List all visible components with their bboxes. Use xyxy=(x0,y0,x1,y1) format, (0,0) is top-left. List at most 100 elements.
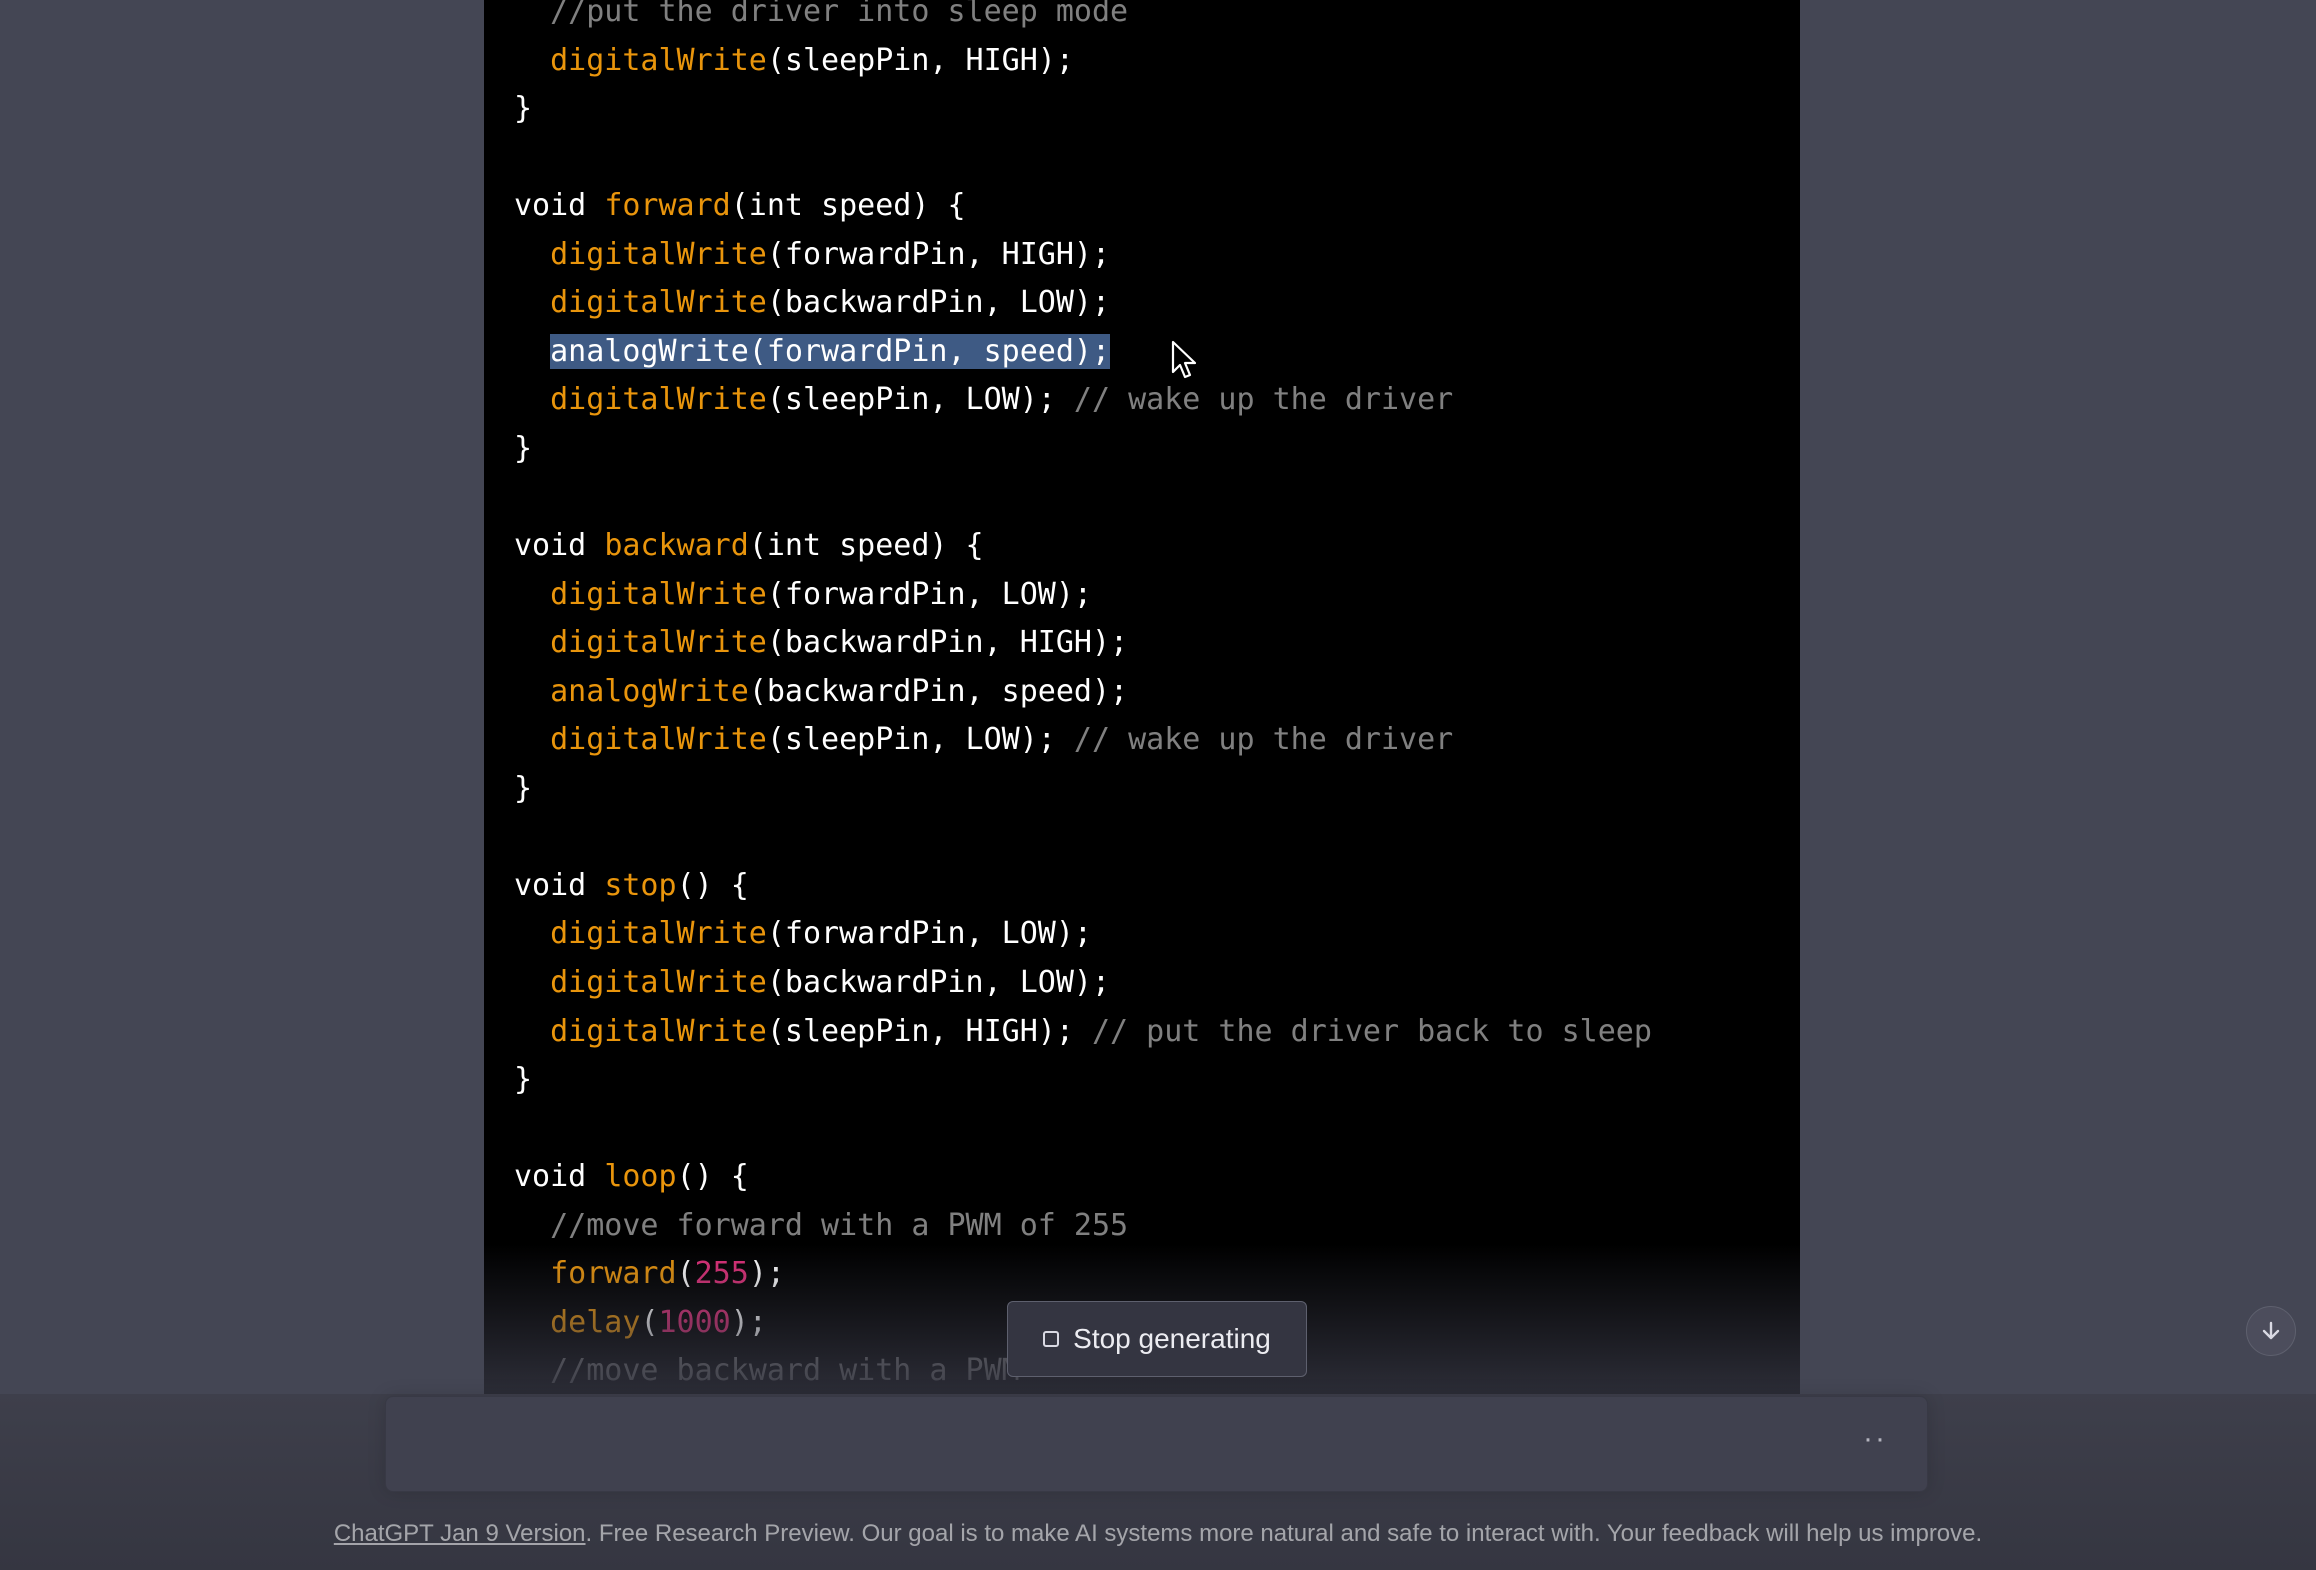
code-token-fn: forward xyxy=(550,1256,677,1292)
code-token-comment: // wake up the driver xyxy=(1073,382,1454,418)
code-token-fn: digitalWrite xyxy=(550,576,767,612)
code-line: digitalWrite(backwardPin, LOW); xyxy=(514,279,1110,327)
code-token-plain: } xyxy=(514,1062,533,1098)
code-token-plain: void xyxy=(514,867,605,903)
code-token-plain: ); xyxy=(730,1304,767,1340)
code-line: } xyxy=(514,1056,532,1104)
code-token-fn: digitalWrite xyxy=(550,382,767,418)
code-token-plain: (forwardPin, LOW); xyxy=(766,916,1092,952)
code-token-num: 255 xyxy=(694,1256,749,1292)
code-token-comment: //move backward with a PWM xyxy=(514,1353,1020,1389)
code-line: } xyxy=(514,425,532,473)
code-token-fn: digitalWrite xyxy=(550,625,767,661)
code-token-plain: (int speed) { xyxy=(748,528,984,564)
code-token-plain: (forwardPin, LOW); xyxy=(766,576,1092,612)
code-token-fn: digitalWrite xyxy=(550,965,767,1000)
code-line: delay(1000); xyxy=(514,1299,767,1347)
code-token-plain: ); xyxy=(748,1256,785,1292)
code-line: digitalWrite(forwardPin, LOW); xyxy=(514,571,1092,619)
code-token-comment: //put the driver into sleep mode xyxy=(514,0,1129,29)
arrow-down-icon xyxy=(2262,1321,2280,1340)
stop-square-icon xyxy=(1043,1331,1060,1347)
code-token-fn: analogWrite xyxy=(550,673,749,709)
scroll-down-button[interactable] xyxy=(2246,1306,2296,1356)
code-token-plain: void xyxy=(514,1159,605,1195)
code-token-fn: loop xyxy=(604,1159,677,1195)
code-line: //move backward with a PWM xyxy=(514,1347,1020,1394)
code-token-comment: // put the driver back to sleep xyxy=(1091,1013,1652,1049)
version-link[interactable]: ChatGPT Jan 9 Version xyxy=(334,1520,586,1547)
code-line: analogWrite(backwardPin, speed); xyxy=(514,668,1128,716)
code-token-plain: void xyxy=(514,528,605,564)
code-token-num: 1000 xyxy=(658,1304,731,1340)
code-line: digitalWrite(sleepPin, HIGH); xyxy=(514,37,1074,85)
code-token-fn: digitalWrite xyxy=(550,236,767,272)
stop-generating-button[interactable]: Stop generating xyxy=(1007,1301,1307,1377)
code-token-plain: (sleepPin, HIGH); xyxy=(766,1013,1092,1049)
code-token-fn: stop xyxy=(604,867,677,903)
code-token-plain: () { xyxy=(676,1159,749,1195)
code-token-plain: (sleepPin, HIGH); xyxy=(766,42,1074,78)
stop-generating-label: Stop generating xyxy=(1073,1323,1271,1354)
code-token-plain: (sleepPin, LOW); xyxy=(766,382,1074,418)
code-token-plain: void xyxy=(514,188,605,224)
typing-indicator: ·· xyxy=(1863,1422,1887,1455)
footer-text: . Free Research Preview. Our goal is to … xyxy=(585,1520,1983,1547)
code-line: } xyxy=(514,85,532,133)
code-token-plain: ( xyxy=(676,1256,695,1292)
code-token-fn: digitalWrite xyxy=(550,42,767,78)
code-line: forward(255); xyxy=(514,1250,785,1298)
code-line: //move forward with a PWM of 255 xyxy=(514,1202,1128,1250)
code-token-plain: () { xyxy=(676,867,749,903)
code-token-comment: //move forward with a PWM of 255 xyxy=(514,1207,1129,1243)
code-line: analogWrite(forwardPin, speed); xyxy=(514,328,1111,376)
code-token-plain: (backwardPin, HIGH); xyxy=(766,625,1129,661)
code-token-plain: } xyxy=(514,430,533,466)
code-token-fn: digitalWrite xyxy=(550,722,767,758)
code-token-plain: (backwardPin, LOW); xyxy=(766,965,1111,1000)
code-token-fn: forward xyxy=(604,188,731,224)
code-line: void stop() { xyxy=(514,862,749,910)
code-token-fn: digitalWrite xyxy=(550,285,767,321)
code-line: digitalWrite(sleepPin, HIGH); // put the… xyxy=(514,1008,1652,1056)
code-token-plain: (int speed) { xyxy=(730,188,966,224)
footer: ChatGPT Jan 9 Version. Free Research Pre… xyxy=(0,1520,2316,1548)
code-line: digitalWrite(sleepPin, LOW); // wake up … xyxy=(514,716,1453,764)
code-token-fn: digitalWrite xyxy=(550,1013,767,1049)
mouse-pointer-icon xyxy=(1171,340,1197,379)
code-line: } xyxy=(514,765,532,813)
prompt-input[interactable]: ·· xyxy=(385,1396,1928,1492)
code-token-plain: (sleepPin, LOW); xyxy=(766,722,1074,758)
code-line: void forward(int speed) { xyxy=(514,182,966,230)
code-token-fn: digitalWrite xyxy=(550,916,767,952)
code-token-plain: (backwardPin, LOW); xyxy=(766,285,1111,321)
code-token-fn: delay xyxy=(550,1304,641,1340)
code-line: digitalWrite(sleepPin, LOW); // wake up … xyxy=(514,376,1453,424)
code-token-comment: // wake up the driver xyxy=(1073,722,1454,758)
code-line: digitalWrite(backwardPin, LOW); xyxy=(514,959,1110,1007)
code-block: //put the driver into sleep mode digital… xyxy=(484,0,1800,1394)
code-line: void backward(int speed) { xyxy=(514,522,984,570)
code-line: void loop() { xyxy=(514,1153,749,1201)
code-token-plain: (forwardPin, HIGH); xyxy=(766,236,1111,272)
code-line: digitalWrite(forwardPin, LOW); xyxy=(514,910,1092,958)
code-token-plain: (backwardPin, speed); xyxy=(748,673,1129,709)
code-line: digitalWrite(backwardPin, HIGH); xyxy=(514,619,1128,667)
code-token-plain: } xyxy=(514,770,533,806)
code-line: //put the driver into sleep mode xyxy=(514,0,1128,36)
code-token-plain: ( xyxy=(640,1304,659,1340)
code-token-sel: analogWrite(forwardPin, speed); xyxy=(550,333,1111,369)
